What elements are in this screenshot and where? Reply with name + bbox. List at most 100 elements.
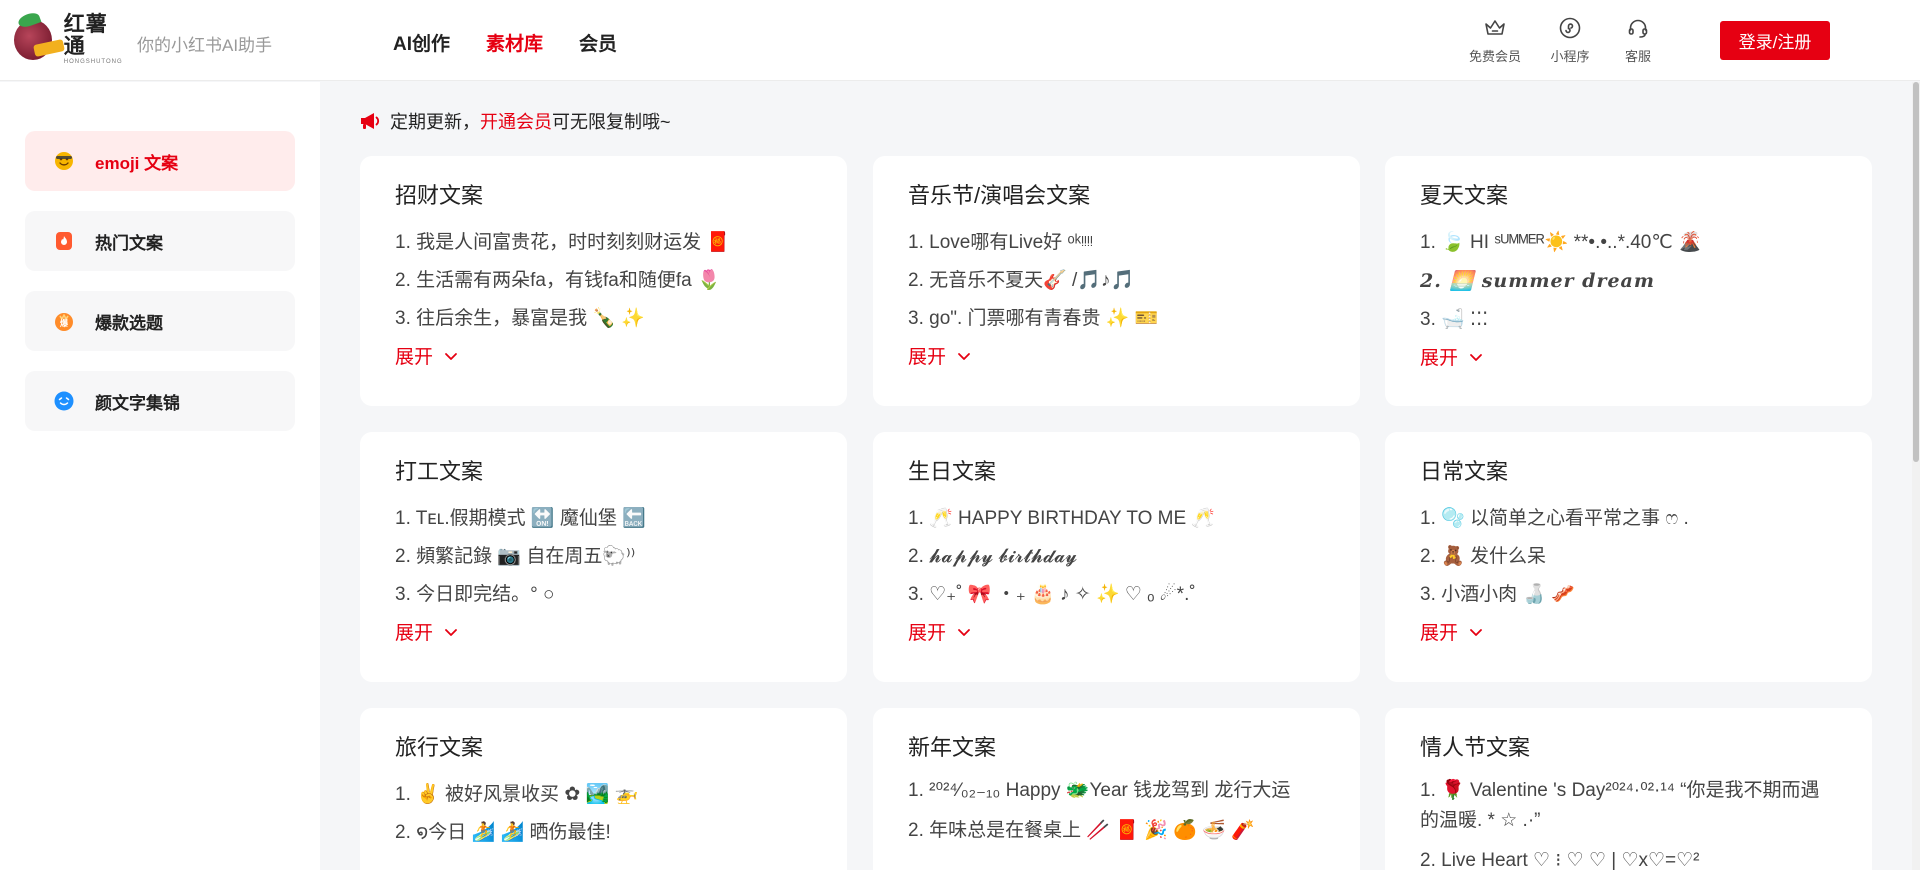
free-member-button[interactable]: 免费会员 (1460, 16, 1530, 65)
expand-label: 展开 (1420, 623, 1459, 644)
card-line[interactable]: 3. go". 门票哪有青春贵 ✨ 🎫 (908, 300, 1325, 338)
card-line[interactable]: 1. 🌹 Valentine 's Day²⁰²⁴·⁰²·¹⁴ “你是我不期而遇… (1420, 776, 1837, 836)
sidebar-item-label: emoji 文案 (95, 153, 179, 173)
copy-card-valentine: 情人节文案 1. 🌹 Valentine 's Day²⁰²⁴·⁰²·¹⁴ “你… (1385, 708, 1872, 870)
card-line[interactable]: 3. 往后余生，暴富是我 🍾 ✨ (395, 300, 812, 338)
card-title: 日常文案 (1420, 459, 1509, 484)
card-title: 旅行文案 (395, 735, 484, 760)
sidebar: emoji 文案 热门文案 爆 爆款选题 颜文字集锦 (0, 82, 320, 870)
card-line[interactable]: 2. 頻繁記錄 📷 自在周五🐑⁾⁾ (395, 538, 812, 576)
logo-subtitle: HONGSHUTONG (63, 59, 123, 65)
crown-icon (1485, 20, 1505, 35)
chevron-down-icon (958, 352, 970, 360)
copy-card-travel: 旅行文案 1. ✌️ 被好风景收买 ✿ 🏞️ 🚁 2. ໑今日 🏄 🏄 晒伤最佳… (360, 708, 847, 870)
copy-card-work: 打工文案 1. Tᴇʟ.假期模式 🔛 魔仙堡 🔙 2. 頻繁記錄 📷 自在周五🐑… (360, 432, 847, 682)
copy-card-daily: 日常文案 1. 🫧 以简单之心看平常之事 ෆ . 2. 🧸 发什么呆 3. 小酒… (1385, 432, 1872, 682)
card-title: 招财文案 (395, 183, 484, 208)
update-notice: 定期更新， 开通会员 可无限复制哦~ (358, 108, 671, 134)
card-line[interactable]: 1. 🥂 HAPPY BIRTHDAY TO ME 🥂 (908, 500, 1325, 538)
sidebar-item-hot-copy[interactable]: 热门文案 (25, 211, 295, 271)
card-line[interactable]: 3. 小酒小肉 🍶 🥓 (1420, 576, 1837, 614)
card-title: 情人节文案 (1420, 735, 1531, 760)
header-actions: 免费会员 小程序 客服 (1460, 16, 1666, 65)
sidebar-item-viral-topics[interactable]: 爆 爆款选题 (25, 291, 295, 351)
card-line[interactable]: 1. ✌️ 被好风景收买 ✿ 🏞️ 🚁 (395, 776, 812, 814)
card-line[interactable]: 2. 🌅 summer dream (1420, 262, 1837, 301)
card-line[interactable]: 1. Tᴇʟ.假期模式 🔛 魔仙堡 🔙 (395, 500, 812, 538)
card-line[interactable]: 2. 𝓱𝓪𝓹𝓹𝔂 𝓫𝓲𝓻𝓽𝓱𝓭𝓪𝔂 (908, 538, 1325, 576)
top-header: 红薯通 HONGSHUTONG 你的小红书AI助手 AI创作 素材库 会员 免费… (0, 0, 1920, 81)
card-line[interactable]: 1. 我是人间富贵花，时时刻刻财运发 🧧 (395, 224, 812, 262)
card-line[interactable]: 2. 无音乐不夏天🎸 /🎵♪🎵 (908, 262, 1325, 300)
sidebar-item-label: 热门文案 (95, 233, 163, 253)
svg-text:爆: 爆 (60, 318, 69, 328)
card-line[interactable]: 2. ໑今日 🏄 🏄 晒伤最佳! (395, 814, 812, 852)
customer-service-button[interactable]: 客服 (1610, 16, 1666, 65)
card-line[interactable]: 1. 🍃 HI ˢᵁᴹᴹᴱᴿ☀️ **•.•..*.40℃ 🌋 (1420, 224, 1837, 262)
card-line[interactable]: 1. 🫧 以简单之心看平常之事 ෆ . (1420, 500, 1837, 538)
card-title: 打工文案 (395, 459, 484, 484)
expand-label: 展开 (395, 623, 434, 644)
explosion-icon: 爆 (53, 310, 75, 332)
sidebar-item-kaomoji[interactable]: 颜文字集锦 (25, 371, 295, 431)
card-line[interactable]: 2. 生活需有两朵fa，有钱fa和随便fa 🌷 (395, 262, 812, 300)
card-line[interactable]: 3. 🛁 ⁚⁚⁚ (1420, 301, 1837, 339)
chevron-down-icon (1470, 628, 1482, 636)
logo-name: 红薯通 (63, 13, 108, 58)
copy-card-music-festival: 音乐节/演唱会文案 1. Love哪有Live好 ᵒᵏᵎᵎᵎᵎ 2. 无音乐不夏… (873, 156, 1360, 406)
expand-label: 展开 (908, 347, 947, 368)
card-title: 生日文案 (908, 459, 997, 484)
miniprogram-button[interactable]: 小程序 (1542, 16, 1598, 65)
expand-label: 展开 (908, 623, 947, 644)
logo-text: 红薯通 HONGSHUTONG (64, 14, 126, 66)
notice-prefix: 定期更新， (390, 112, 480, 132)
card-title: 音乐节/演唱会文案 (908, 183, 1091, 208)
copy-card-summer: 夏天文案 1. 🍃 HI ˢᵁᴹᴹᴱᴿ☀️ **•.•..*.40℃ 🌋 2. … (1385, 156, 1872, 406)
card-line[interactable]: 3. 今日即完结。° ○ (395, 576, 812, 614)
card-line[interactable]: 1. ²⁰²⁴⁄₀₂₋₁₀ Happy 🐲Year 钱龙驾到 龙行大运 (908, 776, 1325, 806)
card-title: 夏天文案 (1420, 183, 1509, 208)
logo[interactable]: 红薯通 HONGSHUTONG (14, 14, 126, 65)
fire-icon (53, 230, 75, 252)
expand-button[interactable]: 展开 (395, 342, 812, 369)
sidebar-item-emoji[interactable]: emoji 文案 (25, 131, 295, 191)
megaphone-icon (361, 113, 380, 129)
sweet-potato-logo-icon (14, 20, 52, 60)
card-line[interactable]: 1. Love哪有Live好 ᵒᵏᵎᵎᵎᵎ (908, 224, 1325, 262)
card-line[interactable]: 2. 年味总是在餐桌上 🥢 🧧 🎉 🍊 🍜 🧨 (908, 812, 1325, 850)
card-line[interactable]: 3. ♡₊˚ 🎀 ・₊ 🎂 ♪ ✧ ✨ ♡ ₒ ☄︎*.˚ (908, 576, 1325, 614)
emoji-face-icon (53, 150, 75, 172)
kaomoji-face-icon (53, 390, 75, 412)
chevron-down-icon (445, 628, 457, 636)
customer-service-label: 客服 (1624, 49, 1651, 64)
copy-card-birthday: 生日文案 1. 🥂 HAPPY BIRTHDAY TO ME 🥂 2. 𝓱𝓪𝓹𝓹… (873, 432, 1360, 682)
slogan: 你的小红书AI助手 (137, 36, 273, 55)
headset-icon (1628, 19, 1648, 38)
chevron-down-icon (445, 352, 457, 360)
main-nav: AI创作 素材库 会员 (393, 29, 617, 56)
login-register-button[interactable]: 登录/注册 (1720, 21, 1830, 60)
card-line[interactable]: 2. Live Heart ♡ ⁝ ♡ ♡ | ♡x♡=♡² (1420, 842, 1837, 870)
sidebar-item-label: 爆款选题 (95, 313, 163, 333)
scrollbar-thumb[interactable] (1913, 82, 1919, 462)
expand-label: 展开 (395, 347, 434, 368)
open-membership-link[interactable]: 开通会员 (480, 108, 552, 134)
miniprogram-label: 小程序 (1550, 49, 1590, 64)
chevron-down-icon (958, 628, 970, 636)
card-line-text: 2. 🌅 summer dream (1420, 270, 1655, 292)
card-line[interactable]: 2. 🧸 发什么呆 (1420, 538, 1837, 576)
copy-card-new-year: 新年文案 1. ²⁰²⁴⁄₀₂₋₁₀ Happy 🐲Year 钱龙驾到 龙行大运… (873, 708, 1360, 870)
expand-button[interactable]: 展开 (908, 342, 1325, 369)
copy-card-fortune: 招财文案 1. 我是人间富贵花，时时刻刻财运发 🧧 2. 生活需有两朵fa，有钱… (360, 156, 847, 406)
nav-ai-create[interactable]: AI创作 (393, 29, 450, 56)
card-title: 新年文案 (908, 735, 997, 760)
free-member-label: 免费会员 (1468, 49, 1521, 64)
expand-button[interactable]: 展开 (1420, 618, 1837, 645)
expand-label: 展开 (1420, 348, 1459, 369)
expand-button[interactable]: 展开 (395, 618, 812, 645)
expand-button[interactable]: 展开 (1420, 343, 1837, 370)
expand-button[interactable]: 展开 (908, 618, 1325, 645)
nav-material-library[interactable]: 素材库 (486, 29, 543, 56)
sidebar-item-label: 颜文字集锦 (95, 393, 180, 413)
nav-membership[interactable]: 会员 (579, 29, 617, 56)
